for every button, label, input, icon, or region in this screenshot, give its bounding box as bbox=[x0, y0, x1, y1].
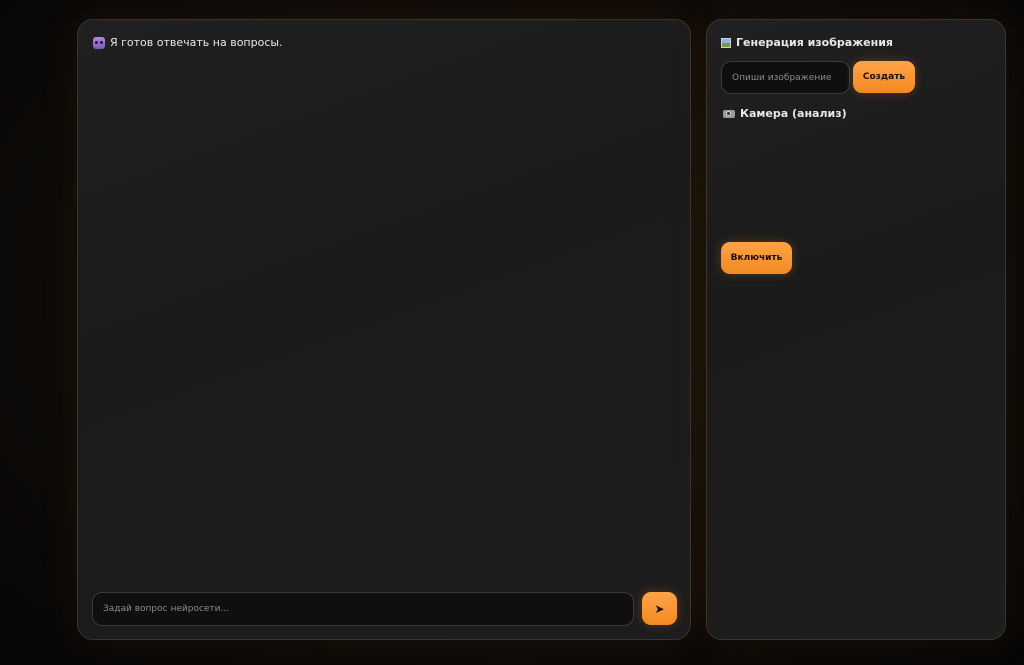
picture-frame-icon bbox=[721, 37, 731, 48]
camera-title: Камера (анализ) bbox=[740, 107, 847, 120]
bot-welcome-text: Я готов отвечать на вопросы. bbox=[110, 36, 283, 49]
image-generation-heading: Генерация изображения bbox=[721, 36, 893, 49]
camera-heading: Камера (анализ) bbox=[723, 107, 847, 120]
send-button[interactable]: ➤ bbox=[642, 592, 677, 625]
tools-panel: Генерация изображения Создать Камера (ан… bbox=[706, 19, 1006, 640]
enable-camera-button[interactable]: Включить bbox=[721, 242, 792, 274]
chat-panel: Я готов отвечать на вопросы. ➤ bbox=[77, 19, 691, 640]
image-description-input[interactable] bbox=[721, 61, 850, 94]
camera-icon bbox=[723, 109, 735, 118]
bot-welcome-message: Я готов отвечать на вопросы. bbox=[93, 36, 283, 49]
robot-icon bbox=[93, 36, 105, 49]
image-generation-title: Генерация изображения bbox=[736, 36, 893, 49]
create-image-button[interactable]: Создать bbox=[853, 61, 915, 93]
chat-input[interactable] bbox=[92, 592, 634, 626]
